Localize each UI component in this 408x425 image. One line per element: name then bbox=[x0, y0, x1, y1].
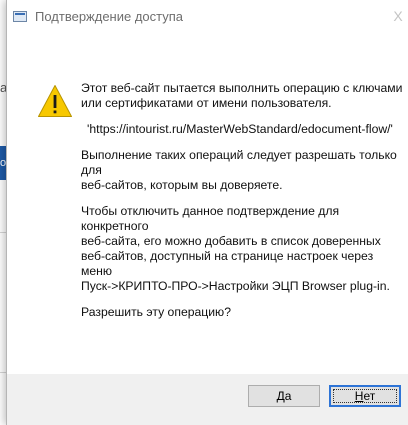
yes-button-accesskey: Д bbox=[276, 389, 285, 403]
dialog-footer: Да Нет bbox=[7, 374, 408, 425]
yes-button-label: а bbox=[284, 389, 292, 403]
access-confirmation-dialog: Подтверждение доступа X Этот веб-сайт пы… bbox=[6, 0, 408, 425]
no-button[interactable]: Нет bbox=[329, 385, 401, 407]
message-trust-advice: Выполнение таких операций следует разреш… bbox=[81, 148, 397, 192]
close-button[interactable]: X bbox=[387, 0, 408, 32]
message-question: Разрешить эту операцию? bbox=[81, 305, 231, 319]
focus-indicator bbox=[333, 389, 397, 403]
message-disable-instructions: Чтобы отключить данное подтверждение для… bbox=[81, 204, 390, 293]
yes-button[interactable]: Да bbox=[248, 385, 320, 407]
message-operation-warning: Этот веб-сайт пытается выполнить операци… bbox=[81, 81, 403, 110]
dialog-titlebar[interactable]: Подтверждение доступа X bbox=[7, 0, 408, 32]
dialog-title: Подтверждение доступа bbox=[35, 9, 184, 24]
window-icon bbox=[13, 11, 27, 22]
warning-icon bbox=[38, 85, 72, 117]
dialog-message: Этот веб-сайт пытается выполнить операци… bbox=[81, 81, 403, 320]
message-url: 'https://intourist.ru/MasterWebStandard/… bbox=[87, 122, 393, 136]
